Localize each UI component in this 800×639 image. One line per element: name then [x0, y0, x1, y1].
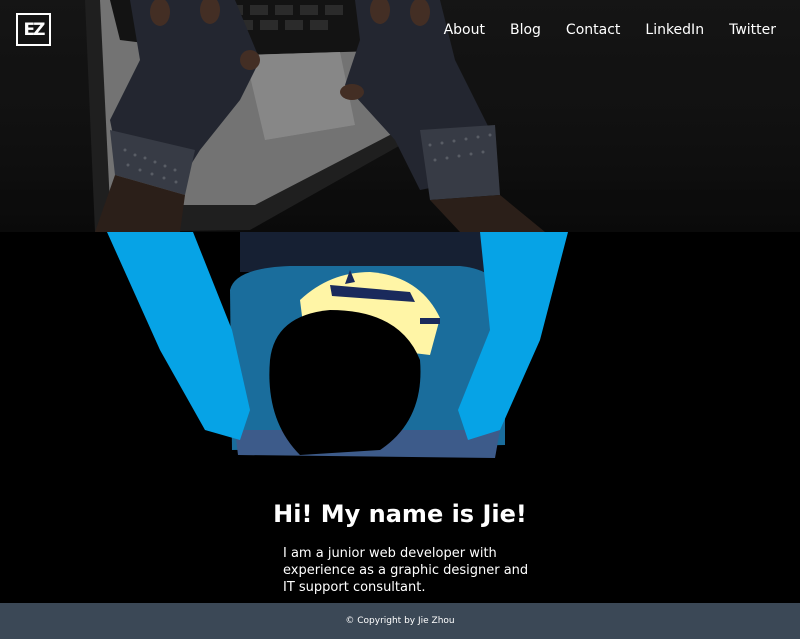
developer-illustration: [107, 232, 568, 458]
hero-banner: EZ About Blog Contact LinkedIn Twitter: [0, 0, 800, 232]
nav-contact[interactable]: Contact: [566, 20, 620, 40]
nav-about[interactable]: About: [444, 20, 485, 40]
copyright-text: © Copyright by Jie Zhou: [345, 616, 455, 626]
nav-linkedin[interactable]: LinkedIn: [645, 20, 704, 40]
nav-twitter[interactable]: Twitter: [729, 20, 776, 40]
nav-blog[interactable]: Blog: [510, 20, 541, 40]
logo[interactable]: EZ: [16, 13, 51, 46]
intro-heading: Hi! My name is Jie!: [273, 500, 527, 528]
logo-text: EZ: [23, 19, 46, 40]
main-nav: About Blog Contact LinkedIn Twitter: [419, 20, 776, 40]
footer: © Copyright by Jie Zhou: [0, 603, 800, 639]
page: EZ About Blog Contact LinkedIn Twitter H…: [0, 0, 800, 639]
intro-body: I am a junior web developer with experie…: [283, 546, 529, 595]
